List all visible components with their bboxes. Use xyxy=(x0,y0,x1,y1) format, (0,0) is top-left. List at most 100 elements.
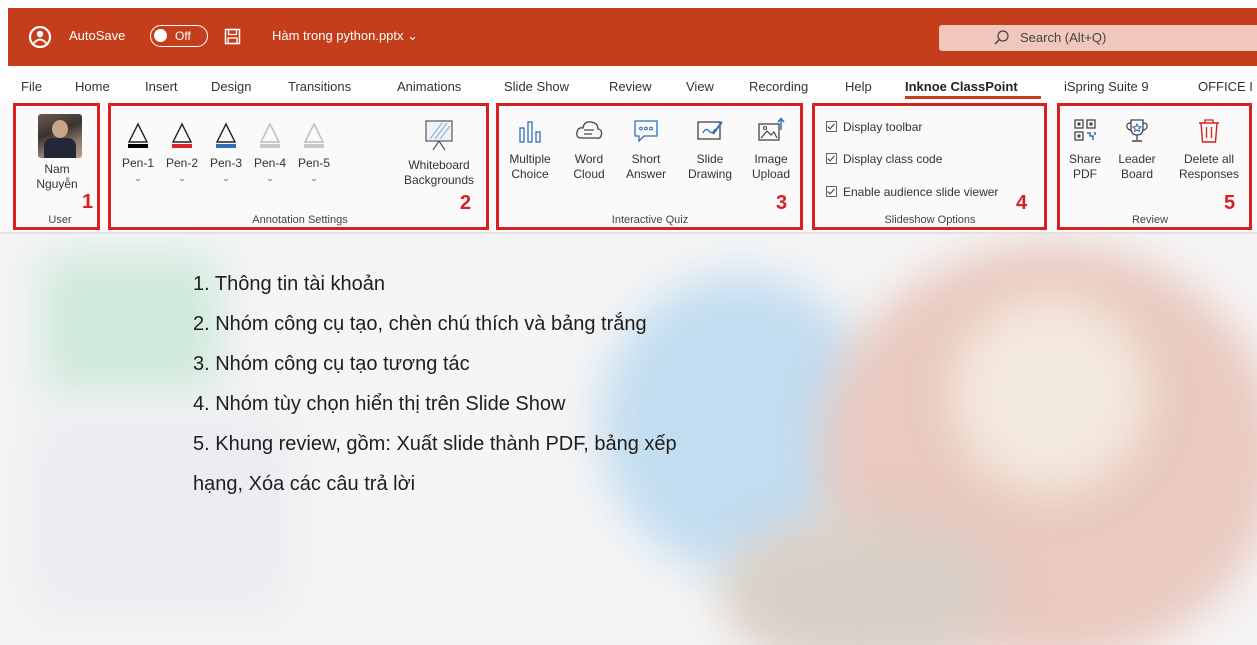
annotation-group-title: Annotation Settings xyxy=(252,214,348,226)
slide-drawing-line1: Slide xyxy=(696,152,724,166)
delete-all-line2: Responses xyxy=(1178,167,1240,181)
toggle-knob xyxy=(154,29,167,42)
enable-audience-viewer-label: Enable audience slide viewer xyxy=(843,185,999,199)
image-upload-line2: Upload xyxy=(751,167,791,181)
slide-text-list: 1. Thông tin tài khoản 2. Nhóm công cụ t… xyxy=(193,271,833,511)
tab-transitions[interactable]: Transitions xyxy=(288,79,351,94)
list-item: 2. Nhóm công cụ tạo, chèn chú thích và b… xyxy=(193,313,647,335)
qr-share-icon xyxy=(1074,119,1096,141)
user-group-title: User xyxy=(48,214,72,226)
chevron-down-icon: ⌄ xyxy=(266,173,274,183)
leader-board-button[interactable]: Leader Board xyxy=(1114,116,1160,182)
slideshow-group-title: Slideshow Options xyxy=(884,214,976,226)
word-cloud-button[interactable]: Word Cloud xyxy=(565,116,613,182)
chevron-down-icon: ⌄ xyxy=(222,173,230,183)
save-icon[interactable] xyxy=(224,28,241,45)
word-cloud-line1: Word xyxy=(574,152,604,166)
user-name[interactable]: Nam Nguyễn xyxy=(22,162,92,192)
delete-all-responses-button[interactable]: Delete all Responses xyxy=(1171,116,1247,182)
search-icon xyxy=(994,30,1009,45)
display-class-code-checkbox[interactable]: Display class code xyxy=(826,152,942,166)
image-upload-button[interactable]: Image Upload xyxy=(744,116,798,182)
tab-help[interactable]: Help xyxy=(845,79,872,94)
display-class-code-label: Display class code xyxy=(843,152,943,166)
slide-drawing-line2: Drawing xyxy=(687,167,732,181)
search-box[interactable]: Search (Alt+Q) xyxy=(939,25,1257,51)
pen-5-button[interactable]: Pen-5 ⌄ xyxy=(292,120,336,186)
tab-inknoe-classpoint[interactable]: Inknoe ClassPoint xyxy=(905,79,1018,94)
checkmark-icon xyxy=(826,153,837,164)
tab-recording[interactable]: Recording xyxy=(749,79,808,94)
bar-chart-icon xyxy=(519,121,541,143)
list-item: 4. Nhóm tùy chọn hiển thị trên Slide Sho… xyxy=(193,393,566,415)
tab-office[interactable]: OFFICE I xyxy=(1198,79,1253,94)
pen-4-button[interactable]: Pen-4 ⌄ xyxy=(248,120,292,186)
group-number-1: 1 xyxy=(82,191,94,213)
share-pdf-button[interactable]: Share PDF xyxy=(1064,116,1106,182)
short-answer-button[interactable]: Short Answer xyxy=(620,116,672,182)
checkmark-icon xyxy=(826,121,837,132)
pen-label: Pen-4 xyxy=(253,156,287,170)
group-number-5: 5 xyxy=(1224,192,1236,214)
display-toolbar-checkbox[interactable]: Display toolbar xyxy=(826,120,922,134)
list-item: 3. Nhóm công cụ tạo tương tác xyxy=(193,353,470,375)
autosave-toggle[interactable]: Off xyxy=(150,25,208,47)
list-item: 1. Thông tin tài khoản xyxy=(193,273,385,295)
tab-ispring-suite[interactable]: iSpring Suite 9 xyxy=(1064,79,1149,94)
slide-drawing-button[interactable]: Slide Drawing xyxy=(682,116,738,182)
pen-label: Pen-1 xyxy=(121,156,155,170)
chevron-down-icon: ⌄ xyxy=(310,173,318,183)
review-group-title: Review xyxy=(1131,214,1169,226)
trophy-icon xyxy=(1126,119,1148,142)
list-item: hạng, Xóa các câu trả lời xyxy=(193,473,416,495)
tab-home[interactable]: Home xyxy=(75,79,110,94)
list-item: 5. Khung review, gồm: Xuất slide thành P… xyxy=(193,433,677,455)
chevron-down-icon: ⌄ xyxy=(134,173,142,183)
pen-icon xyxy=(127,122,149,148)
leader-board-line1: Leader xyxy=(1118,152,1156,166)
avatar-body xyxy=(44,138,76,158)
user-name-line1: Nam xyxy=(44,162,70,176)
whiteboard-backgrounds-button[interactable]: Whiteboard Backgrounds xyxy=(394,118,484,188)
whiteboard-icon xyxy=(425,120,453,151)
image-upload-line1: Image xyxy=(754,152,788,166)
tab-slide-show[interactable]: Slide Show xyxy=(504,79,569,94)
pen-icon xyxy=(171,122,193,148)
tab-design[interactable]: Design xyxy=(211,79,251,94)
short-answer-line1: Short xyxy=(631,152,661,166)
leader-board-line2: Board xyxy=(1120,167,1154,181)
tab-animations[interactable]: Animations xyxy=(397,79,461,94)
tab-file[interactable]: File xyxy=(21,79,42,94)
whiteboard-label-line2: Backgrounds xyxy=(403,173,475,187)
tab-view[interactable]: View xyxy=(686,79,714,94)
multiple-choice-button[interactable]: Multiple Choice xyxy=(501,116,559,182)
drawing-icon xyxy=(697,121,723,140)
user-name-line2: Nguyễn xyxy=(36,177,78,191)
file-name[interactable]: Hàm trong python.pptx ⌄ xyxy=(272,28,418,44)
pen-1-button[interactable]: Pen-1 ⌄ xyxy=(116,120,160,186)
pen-2-button[interactable]: Pen-2 ⌄ xyxy=(160,120,204,186)
word-cloud-line2: Cloud xyxy=(573,167,605,181)
tab-review[interactable]: Review xyxy=(609,79,652,94)
checkmark-icon xyxy=(826,186,837,197)
group-number-2: 2 xyxy=(460,192,472,214)
menu-bar: File Home Insert Design Transitions Anim… xyxy=(0,66,1257,100)
file-name-text: Hàm trong python.pptx xyxy=(272,28,404,43)
display-toolbar-label: Display toolbar xyxy=(843,120,923,134)
blurred-highlight xyxy=(950,294,1150,494)
tab-insert[interactable]: Insert xyxy=(145,79,178,94)
whiteboard-label-line1: Whiteboard xyxy=(408,158,470,172)
pen-label: Pen-2 xyxy=(165,156,199,170)
cloud-icon xyxy=(576,121,603,139)
pen-icon xyxy=(303,122,325,148)
enable-audience-viewer-checkbox[interactable]: Enable audience slide viewer xyxy=(826,185,998,199)
multiple-choice-line1: Multiple xyxy=(509,152,551,166)
pen-label: Pen-3 xyxy=(209,156,243,170)
avatar[interactable] xyxy=(38,114,82,158)
chevron-down-icon: ⌄ xyxy=(178,173,186,183)
share-pdf-line2: PDF xyxy=(1073,167,1097,181)
autosave-label: AutoSave xyxy=(69,28,126,43)
short-answer-line2: Answer xyxy=(625,167,666,181)
pen-icon xyxy=(215,122,237,148)
pen-3-button[interactable]: Pen-3 ⌄ xyxy=(204,120,248,186)
